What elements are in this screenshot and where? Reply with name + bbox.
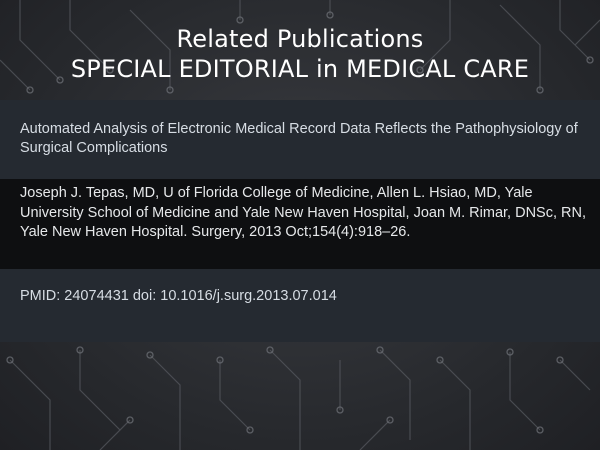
header: Related Publications SPECIAL EDITORIAL i… xyxy=(0,24,600,84)
publication-identifiers: PMID: 24074431 doi: 10.1016/j.surg.2013.… xyxy=(20,288,337,304)
header-title: Related Publications xyxy=(176,25,424,53)
publication-panel: Automated Analysis of Electronic Medical… xyxy=(0,100,600,342)
publication-authors: Joseph J. Tepas, MD, U of Florida Colleg… xyxy=(20,185,586,240)
header-subtitle: SPECIAL EDITORIAL in MEDICAL CARE xyxy=(70,55,530,83)
authors-band: Joseph J. Tepas, MD, U of Florida Colleg… xyxy=(0,179,600,269)
publication-title: Automated Analysis of Electronic Medical… xyxy=(20,121,578,156)
